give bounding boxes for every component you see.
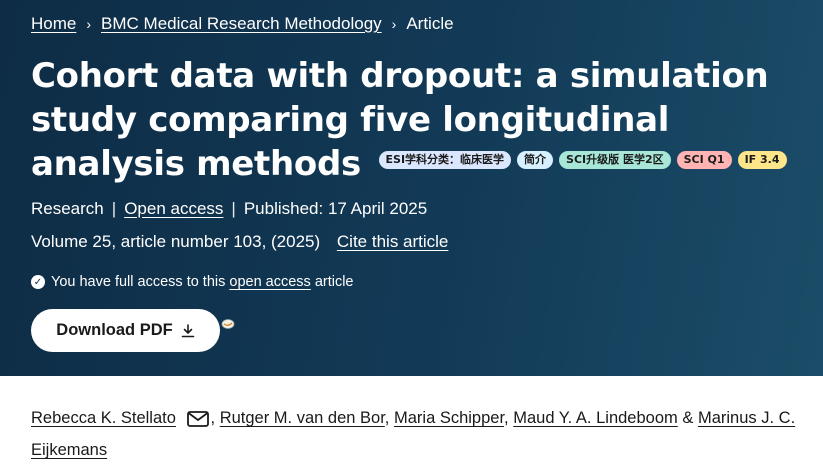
- sci-quartile-badge[interactable]: SCI Q1: [676, 150, 732, 169]
- author-separator: ,: [504, 409, 509, 427]
- cite-article-link[interactable]: Cite this article: [337, 232, 448, 251]
- published-date: Published: 17 April 2025: [243, 199, 428, 218]
- chevron-right-icon: ›: [86, 16, 92, 32]
- author-separator: &: [682, 409, 694, 427]
- article-meta: Research | Open access | Published: 17 A…: [31, 199, 427, 219]
- meta-divider: |: [231, 199, 236, 218]
- sci-zone-badge[interactable]: SCI升级版 医学2区: [559, 150, 671, 169]
- author-separator: ,: [210, 409, 216, 427]
- access-prefix: You have full access to this: [51, 274, 226, 290]
- breadcrumb-home[interactable]: Home: [31, 14, 76, 34]
- author-list: Rebecca K. Stellato , Rutger M. van den …: [31, 402, 801, 466]
- summary-badge[interactable]: 简介: [517, 150, 554, 169]
- download-pdf-button[interactable]: Download PDF: [31, 309, 220, 352]
- author-separator: ,: [384, 409, 390, 427]
- breadcrumb-current: Article: [406, 14, 454, 33]
- author-link[interactable]: Maud Y. A. Lindeboom: [513, 409, 678, 427]
- page-title: Cohort data with dropout: a simulation s…: [31, 54, 801, 186]
- breadcrumb-journal[interactable]: BMC Medical Research Methodology: [101, 14, 382, 34]
- author-link[interactable]: Rutger M. van den Bor: [220, 409, 385, 427]
- breadcrumb: Home › BMC Medical Research Methodology …: [31, 14, 454, 34]
- esi-badge[interactable]: ESI学科分类：临床医学: [378, 150, 512, 169]
- open-access-info-link[interactable]: open access: [229, 274, 310, 290]
- badge-group: ESI学科分类：临床医学 简介 SCI升级版 医学2区 SCI Q1 IF 3.…: [378, 150, 787, 169]
- access-suffix: article: [314, 274, 354, 290]
- meta-divider: |: [111, 199, 117, 218]
- access-notice: ✓ You have full access to this open acce…: [31, 274, 354, 290]
- download-label: Download PDF: [56, 321, 173, 339]
- article-type: Research: [31, 199, 104, 218]
- author-link[interactable]: Maria Schipper: [394, 409, 504, 427]
- volume-info: Volume 25, article number 103, (2025): [31, 232, 321, 251]
- open-access-link[interactable]: Open access: [124, 199, 223, 219]
- chevron-right-icon: ›: [391, 16, 397, 32]
- author-link[interactable]: Rebecca K. Stellato: [31, 409, 176, 427]
- download-icon: [181, 323, 195, 337]
- extension-icon[interactable]: [221, 318, 235, 330]
- citation-line: Volume 25, article number 103, (2025) Ci…: [31, 232, 448, 252]
- check-icon: ✓: [31, 275, 45, 289]
- impact-factor-badge[interactable]: IF 3.4: [737, 150, 787, 169]
- envelope-icon[interactable]: [186, 410, 209, 427]
- article-header: Home › BMC Medical Research Methodology …: [0, 0, 823, 376]
